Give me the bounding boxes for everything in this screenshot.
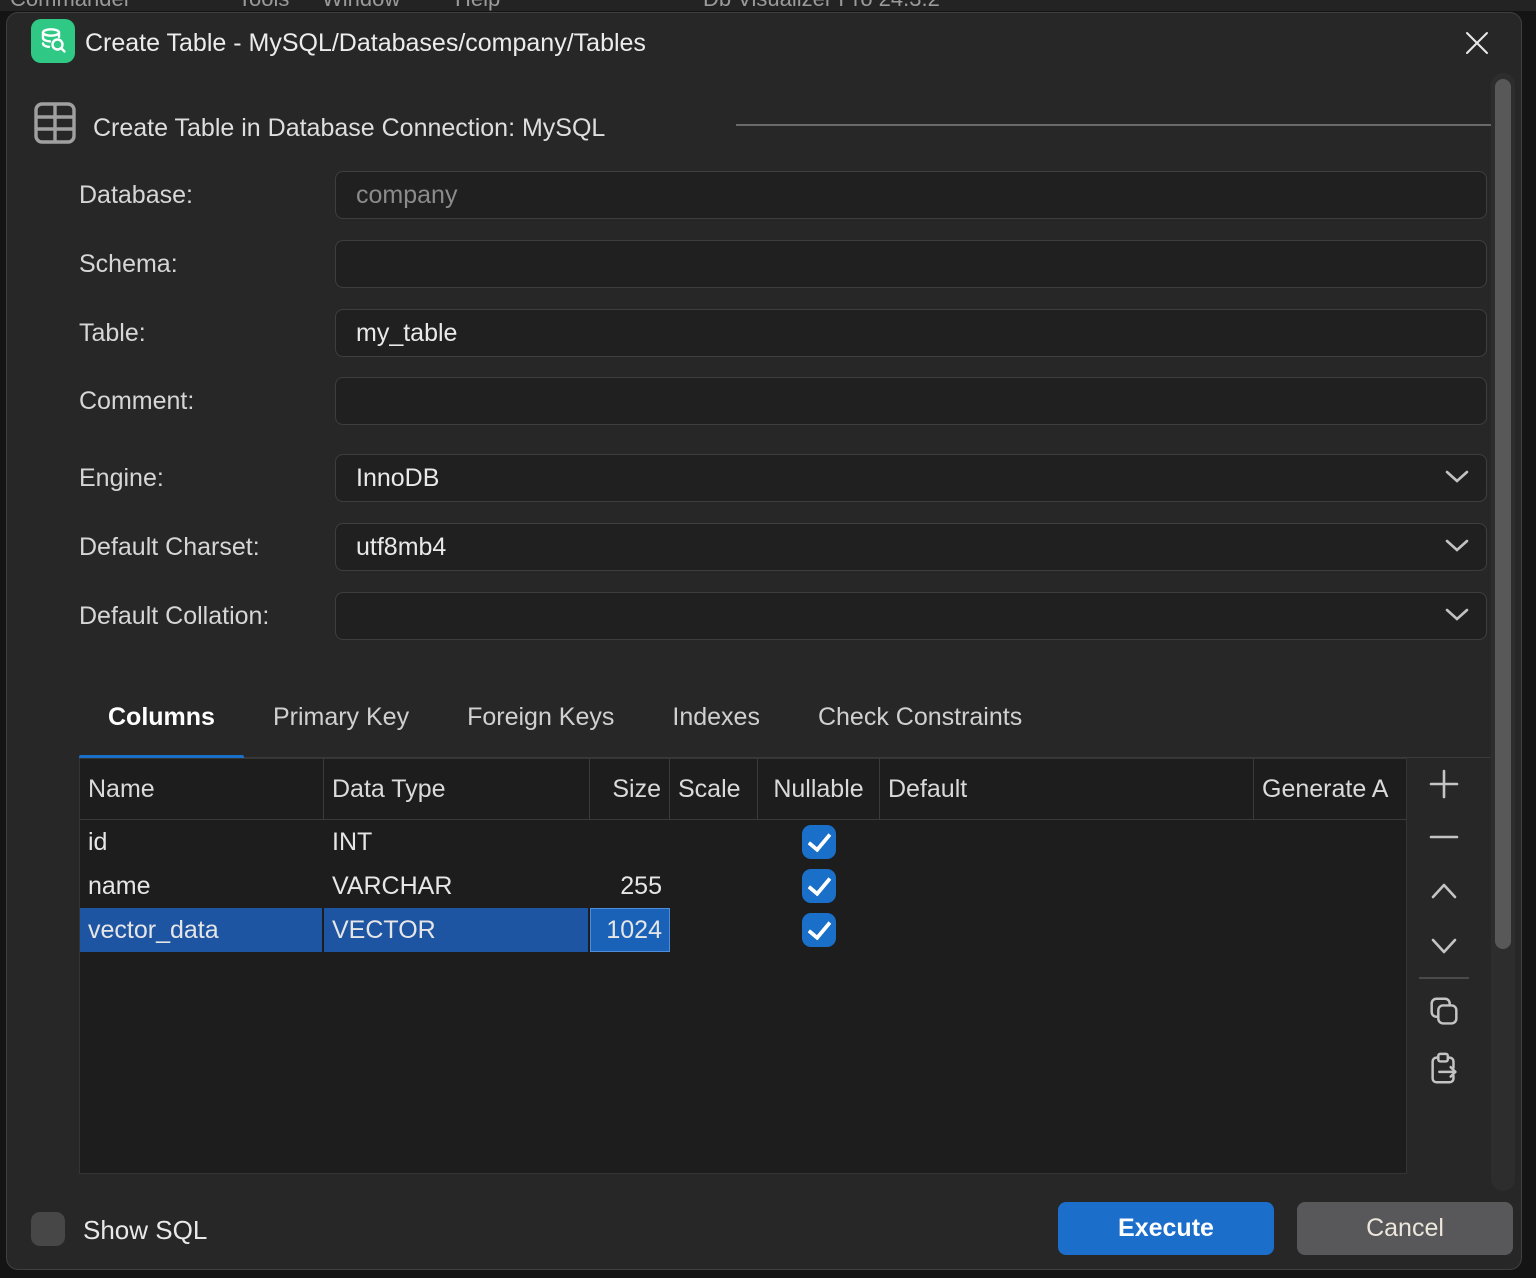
tab-primary-key[interactable]: Primary Key bbox=[244, 677, 438, 757]
execute-button[interactable]: Execute bbox=[1058, 1202, 1274, 1255]
background-menubar: Commander Tools Window Help Db Visualize… bbox=[0, 0, 1536, 11]
menubar-item: Tools bbox=[238, 0, 289, 11]
header-scale[interactable]: Scale bbox=[670, 759, 758, 819]
engine-value: InnoDB bbox=[336, 464, 1486, 493]
table-label: Table: bbox=[79, 319, 146, 348]
row-toolbar bbox=[1413, 758, 1475, 1178]
engine-label: Engine: bbox=[79, 464, 164, 493]
charset-label: Default Charset: bbox=[79, 533, 260, 562]
nullable-checkbox[interactable] bbox=[802, 869, 836, 903]
form-row-collation: Default Collation: bbox=[7, 592, 1491, 640]
table-name-field[interactable] bbox=[336, 310, 1486, 356]
tab-foreign-keys[interactable]: Foreign Keys bbox=[438, 677, 643, 757]
create-table-dialog: Create Table - MySQL/Databases/company/T… bbox=[6, 12, 1522, 1270]
header-nullable[interactable]: Nullable bbox=[758, 759, 880, 819]
header-name[interactable]: Name bbox=[80, 759, 324, 819]
toolbar-divider bbox=[1419, 977, 1469, 979]
form-row-table: Table: bbox=[7, 309, 1491, 357]
tab-bar: Columns Primary Key Foreign Keys Indexes… bbox=[79, 677, 1491, 758]
header-data-type[interactable]: Data Type bbox=[324, 759, 590, 819]
nullable-checkbox[interactable] bbox=[802, 913, 836, 947]
columns-table-header: Name Data Type Size Scale Nullable Defau… bbox=[80, 759, 1406, 820]
scrollbar-track[interactable] bbox=[1491, 73, 1515, 1191]
move-up-button[interactable] bbox=[1426, 873, 1462, 909]
chevron-down-icon bbox=[1444, 536, 1470, 554]
form-row-comment: Comment: bbox=[7, 377, 1491, 425]
menubar-app-title: Db Visualizer Pro 24.3.2 bbox=[703, 0, 940, 11]
copy-rows-button[interactable] bbox=[1426, 995, 1462, 1031]
header-size[interactable]: Size bbox=[590, 759, 670, 819]
table-row[interactable]: id INT bbox=[80, 820, 1406, 864]
table-grid-icon bbox=[31, 99, 79, 147]
section-divider bbox=[736, 124, 1491, 126]
menubar-item: Commander bbox=[10, 0, 131, 11]
collation-select[interactable] bbox=[335, 592, 1487, 640]
nullable-checkbox[interactable] bbox=[802, 825, 836, 859]
remove-row-button[interactable] bbox=[1426, 819, 1462, 855]
tab-columns[interactable]: Columns bbox=[79, 677, 244, 757]
comment-field[interactable] bbox=[336, 378, 1486, 424]
menubar-item: Window bbox=[322, 0, 400, 11]
form-row-schema: Schema: bbox=[7, 240, 1491, 288]
paste-rows-button[interactable] bbox=[1426, 1051, 1462, 1087]
chevron-down-icon bbox=[1444, 605, 1470, 623]
menubar-item: Help bbox=[455, 0, 500, 11]
engine-select[interactable]: InnoDB bbox=[335, 454, 1487, 502]
schema-label: Schema: bbox=[79, 250, 178, 279]
charset-value: utf8mb4 bbox=[336, 533, 1486, 562]
tab-check-constraints[interactable]: Check Constraints bbox=[789, 677, 1051, 757]
show-sql-label: Show SQL bbox=[83, 1215, 207, 1246]
database-field[interactable] bbox=[336, 172, 1486, 218]
comment-label: Comment: bbox=[79, 387, 194, 416]
cancel-button[interactable]: Cancel bbox=[1297, 1202, 1513, 1255]
show-sql-checkbox[interactable] bbox=[31, 1212, 65, 1246]
charset-select[interactable]: utf8mb4 bbox=[335, 523, 1487, 571]
form-row-charset: Default Charset: utf8mb4 bbox=[7, 523, 1491, 571]
scrollbar-thumb[interactable] bbox=[1495, 79, 1511, 949]
table-row[interactable]: name VARCHAR 255 bbox=[80, 864, 1406, 908]
section-header: Create Table in Database Connection: MyS… bbox=[93, 114, 605, 143]
database-label: Database: bbox=[79, 181, 193, 210]
dialog-title: Create Table - MySQL/Databases/company/T… bbox=[85, 29, 646, 58]
collation-label: Default Collation: bbox=[79, 602, 269, 631]
schema-field[interactable] bbox=[336, 241, 1486, 287]
close-icon[interactable] bbox=[1459, 25, 1495, 61]
move-down-button[interactable] bbox=[1426, 928, 1462, 964]
table-row-selected[interactable]: vector_data VECTOR 1024 bbox=[80, 908, 1406, 952]
header-generate[interactable]: Generate A bbox=[1254, 759, 1406, 819]
form-row-engine: Engine: InnoDB bbox=[7, 454, 1491, 502]
add-row-button[interactable] bbox=[1426, 766, 1462, 802]
database-search-icon bbox=[31, 19, 75, 63]
columns-table: Name Data Type Size Scale Nullable Defau… bbox=[79, 758, 1407, 1174]
form-row-database: Database: bbox=[7, 171, 1491, 219]
header-default[interactable]: Default bbox=[880, 759, 1254, 819]
chevron-down-icon bbox=[1444, 467, 1470, 485]
tab-indexes[interactable]: Indexes bbox=[643, 677, 789, 757]
